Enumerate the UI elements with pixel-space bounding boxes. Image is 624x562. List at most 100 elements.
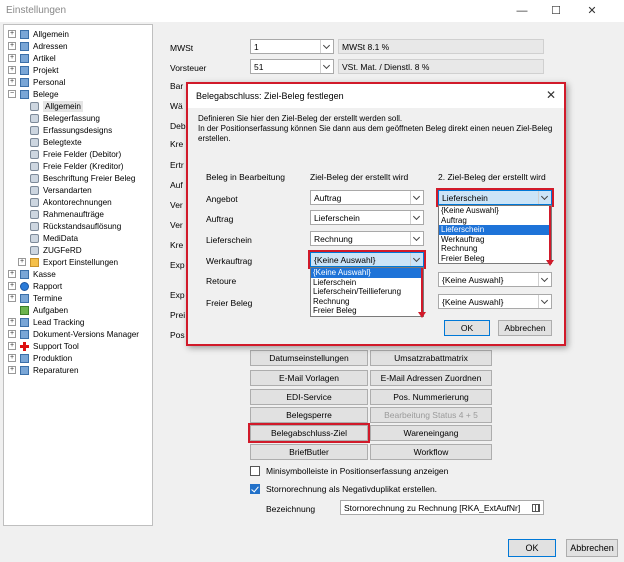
ziel-combo-lieferschein[interactable]: Rechnung	[310, 231, 424, 246]
expand-icon[interactable]: +	[8, 354, 16, 362]
expand-icon[interactable]: +	[8, 294, 16, 302]
ziel2-combo-freier-beleg[interactable]: {Keine Auswahl}	[438, 294, 552, 309]
dropdown-option[interactable]: Werkauftrag	[439, 235, 551, 245]
dropdown-option[interactable]: Lieferschein	[439, 225, 551, 235]
chevron-down-icon[interactable]	[538, 295, 551, 308]
chevron-down-icon[interactable]	[410, 253, 423, 266]
ok-button[interactable]: OK	[508, 539, 556, 557]
support-cross-icon	[20, 342, 29, 351]
stornorechnung-label: Stornorechnung als Negativduplikat erste…	[266, 484, 438, 494]
row-label-auftrag: Auftrag	[206, 214, 234, 224]
chevron-down-icon[interactable]	[320, 40, 333, 53]
main-row-label: Exp	[170, 260, 185, 270]
maximize-icon[interactable]: ☐	[548, 3, 564, 19]
minisymbolleiste-checkbox[interactable]	[250, 466, 260, 476]
ziel-combo-werkauftrag[interactable]: {Keine Auswahl}	[310, 252, 424, 267]
table-icon[interactable]	[532, 504, 540, 512]
bezeichnung-value: Stornorechnung zu Rechnung [RKA_ExtAufNr…	[344, 503, 521, 513]
mwst-combo[interactable]: 1	[250, 39, 334, 54]
chevron-down-icon[interactable]	[410, 232, 423, 245]
close-icon[interactable]: ✕	[584, 3, 600, 19]
dropdown-option[interactable]: Rechnung	[439, 244, 551, 254]
collapse-icon[interactable]: −	[8, 90, 16, 98]
settings-page-icon	[30, 210, 39, 219]
expand-icon[interactable]: +	[8, 66, 16, 74]
tree-node-label: Lead Tracking	[33, 318, 85, 327]
ziel-combo-angebot[interactable]: Auftrag	[310, 190, 424, 205]
dialog-ok-button[interactable]: OK	[444, 320, 490, 336]
module-icon	[20, 306, 29, 315]
stornorechnung-checkbox[interactable]	[250, 484, 260, 494]
ziel2-combo-retoure[interactable]: {Keine Auswahl}	[438, 272, 552, 287]
chevron-down-icon[interactable]	[410, 211, 423, 224]
expand-icon[interactable]: +	[8, 342, 16, 350]
expand-icon[interactable]: +	[8, 366, 16, 374]
briefbutler-button[interactable]: BriefButler	[250, 444, 368, 460]
dropdown-option[interactable]: Lieferschein/Teillieferung	[311, 287, 423, 297]
ziel-value-lieferschein: Rechnung	[314, 234, 353, 244]
tree-node-label: Personal	[33, 78, 66, 87]
email-adressen-zuordnen-button[interactable]: E-Mail Adressen Zuordnen	[370, 370, 492, 386]
settings-page-icon	[30, 174, 39, 183]
vorsteuer-combo[interactable]: 51	[250, 59, 334, 74]
module-icon	[20, 270, 29, 279]
module-icon	[20, 78, 29, 87]
pos-nummerierung-button[interactable]: Pos. Nummerierung	[370, 389, 492, 405]
tree-node-label: Reparaturen	[33, 366, 79, 375]
werkauftrag-dropdown-list[interactable]: {Keine Auswahl} Lieferschein Lieferschein/…	[310, 267, 424, 317]
chevron-down-icon[interactable]	[538, 191, 551, 204]
tree-node-label: Rapport	[33, 282, 63, 291]
tree-node-label: Rahmenaufträge	[43, 210, 104, 219]
expand-icon[interactable]: +	[8, 54, 16, 62]
expand-icon[interactable]: +	[18, 258, 26, 266]
window-title: Einstellungen	[6, 5, 67, 16]
expand-icon[interactable]: +	[8, 270, 16, 278]
close-icon[interactable]: ✕	[546, 88, 556, 102]
settings-tree[interactable]: + Allgemein + Adressen + Artikel + Projekt + Pers…	[3, 24, 153, 526]
expand-icon[interactable]: +	[8, 282, 16, 290]
bearbeitung-status-button[interactable]: Bearbeitung Status 4 + 5	[370, 407, 492, 423]
tree-node-label: Erfassungsdesigns	[43, 126, 113, 135]
dropdown-option[interactable]: Freier Beleg	[311, 306, 423, 316]
edi-service-button[interactable]: EDI-Service	[250, 389, 368, 405]
tree-node-label: Versandarten	[43, 186, 92, 195]
chevron-down-icon[interactable]	[410, 191, 423, 204]
tree-node-label: Belegerfassung	[43, 114, 100, 123]
tree-node-label: Export Einstellungen	[43, 258, 119, 267]
expand-icon[interactable]: +	[8, 30, 16, 38]
cancel-button[interactable]: Abbrechen	[566, 539, 618, 557]
wareneingang-button[interactable]: Wareneingang	[370, 425, 492, 441]
tree-node-label: Belegtexte	[43, 138, 82, 147]
dropdown-option[interactable]: Auftrag	[439, 216, 551, 226]
module-icon	[20, 354, 29, 363]
workflow-button[interactable]: Workflow	[370, 444, 492, 460]
tree-node-label: ZUGFeRD	[43, 246, 82, 255]
umsatzrabattmatrix-button[interactable]: Umsatzrabattmatrix	[370, 350, 492, 366]
ziel-combo-auftrag[interactable]: Lieferschein	[310, 210, 424, 225]
minimize-icon[interactable]: —	[514, 3, 530, 19]
expand-icon[interactable]: +	[8, 42, 16, 50]
belegabschluss-ziel-button[interactable]: Belegabschluss-Ziel	[248, 423, 370, 443]
email-vorlagen-button[interactable]: E-Mail Vorlagen	[250, 370, 368, 386]
tree-node-label: Artikel	[33, 54, 56, 63]
datumseinstellungen-button[interactable]: Datumseinstellungen	[250, 350, 368, 366]
dropdown-option[interactable]: {Keine Auswahl}	[311, 268, 423, 278]
expand-icon[interactable]: +	[8, 330, 16, 338]
chevron-down-icon[interactable]	[320, 60, 333, 73]
belegsperre-button[interactable]: Belegsperre	[250, 407, 368, 423]
dialog-description-line1: Definieren Sie hier den Ziel-Beleg der e…	[198, 114, 403, 123]
bezeichnung-field[interactable]: Stornorechnung zu Rechnung [RKA_ExtAufNr…	[340, 500, 544, 515]
dropdown-option[interactable]: Freier Beleg	[439, 254, 551, 264]
expand-icon[interactable]: +	[8, 318, 16, 326]
dialog-cancel-button[interactable]: Abbrechen	[498, 320, 552, 336]
expand-icon[interactable]: +	[8, 78, 16, 86]
ziel2-combo-angebot[interactable]: Lieferschein	[438, 190, 552, 205]
chevron-down-icon[interactable]	[538, 273, 551, 286]
tree-node-label: Aufgaben	[33, 306, 69, 315]
ziel2-dropdown-list[interactable]: {Keine Auswahl} Auftrag Lieferschein Werkau…	[438, 205, 552, 264]
dropdown-option[interactable]: Rechnung	[311, 297, 423, 307]
dropdown-option[interactable]: Lieferschein	[311, 278, 423, 288]
dropdown-option[interactable]: {Keine Auswahl}	[439, 206, 551, 216]
window-titlebar: Einstellungen — ☐ ✕	[0, 0, 624, 22]
tree-node-label: Beschriftung Freier Beleg	[43, 174, 136, 183]
